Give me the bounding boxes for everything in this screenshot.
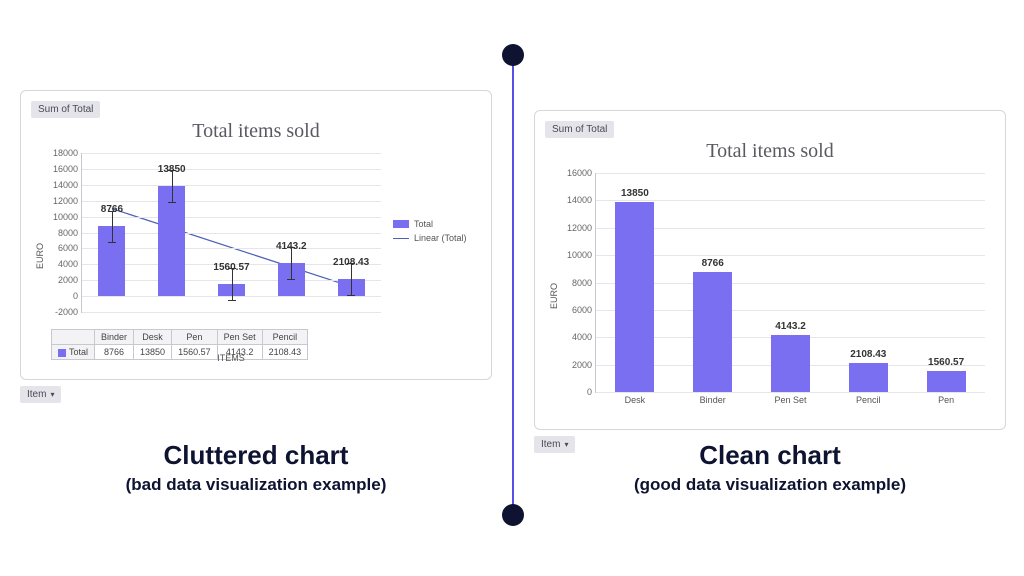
caption-title: Clean chart	[534, 440, 1006, 471]
data-table: BinderDeskPenPen SetPencilTotal876613850…	[51, 329, 308, 360]
legend-label: Linear (Total)	[414, 233, 467, 243]
y-tick-label: 2000	[572, 360, 596, 370]
error-cap	[347, 263, 355, 264]
y-tick-label: 14000	[567, 195, 596, 205]
cluttered-plot: EURO -2000020004000600080001000012000140…	[31, 149, 481, 369]
error-cap	[347, 295, 355, 296]
bar	[693, 272, 732, 392]
error-bar	[112, 211, 113, 243]
caption-subtitle: (bad data visualization example)	[20, 475, 492, 495]
left-caption: Cluttered chart (bad data visualization …	[20, 440, 492, 495]
error-cap	[287, 279, 295, 280]
swatch-icon	[393, 220, 409, 228]
error-cap	[108, 211, 116, 212]
error-bar	[172, 170, 173, 202]
bar-value-label: 8766	[702, 258, 724, 269]
legend-item-total: Total	[393, 219, 467, 229]
bar-value-label: 13850	[621, 188, 649, 199]
left-chart-card: Sum of Total Total items sold EURO -2000…	[20, 90, 492, 380]
error-cap	[108, 242, 116, 243]
caption-subtitle: (good data visualization example)	[534, 475, 1006, 495]
y-tick-label: 6000	[58, 243, 82, 253]
bar-value-label: 2108.43	[850, 349, 886, 360]
error-cap	[168, 170, 176, 171]
gridline	[82, 169, 381, 170]
gridline	[82, 153, 381, 154]
y-tick-label: 18000	[53, 148, 82, 158]
y-tick-label: 10000	[53, 212, 82, 222]
chevron-down-icon: ▾	[50, 390, 54, 399]
caption-title: Cluttered chart	[20, 440, 492, 471]
left-panel: Sum of Total Total items sold EURO -2000…	[20, 90, 492, 403]
error-bar	[291, 247, 292, 279]
y-tick-label: 0	[73, 291, 82, 301]
chart-title: Total items sold	[545, 140, 995, 163]
gridline	[596, 200, 985, 201]
divider-dot-bottom	[502, 504, 524, 526]
bar-value-label: 4143.2	[775, 321, 806, 332]
error-cap	[228, 268, 236, 269]
y-tick-label: 16000	[53, 164, 82, 174]
x-tick-label: Desk	[625, 392, 646, 405]
gridline	[82, 185, 381, 186]
gridline	[82, 233, 381, 234]
legend-item-linear: Linear (Total)	[393, 233, 467, 243]
gridline	[82, 217, 381, 218]
plot-area: -200002000400060008000100001200014000160…	[81, 153, 381, 313]
right-chart-card: Sum of Total Total items sold EURO 02000…	[534, 110, 1006, 430]
error-bar	[351, 263, 352, 295]
y-tick-label: 8000	[572, 278, 596, 288]
bar	[849, 363, 888, 392]
error-cap	[168, 202, 176, 203]
gridline	[596, 228, 985, 229]
y-tick-label: 6000	[572, 305, 596, 315]
gridline	[82, 248, 381, 249]
right-panel: Sum of Total Total items sold EURO 02000…	[534, 110, 1006, 453]
error-cap	[228, 300, 236, 301]
line-swatch-icon	[393, 238, 409, 239]
legend-label: Total	[414, 219, 433, 229]
gridline	[596, 310, 985, 311]
bar	[615, 202, 654, 392]
plot-area: 0200040006000800010000120001400016000138…	[595, 173, 985, 393]
x-tick-label: Pencil	[856, 392, 881, 405]
x-axis-label: ITEMS	[217, 353, 245, 363]
right-caption: Clean chart (good data visualization exa…	[534, 440, 1006, 495]
y-tick-label: 4000	[58, 259, 82, 269]
gridline	[596, 255, 985, 256]
item-dropdown-label: Item	[27, 389, 46, 400]
y-tick-label: 0	[587, 387, 596, 397]
gridline	[596, 283, 985, 284]
bar-value-label: 1560.57	[928, 357, 964, 368]
x-tick-label: Binder	[700, 392, 726, 405]
y-tick-label: 10000	[567, 250, 596, 260]
gridline	[82, 312, 381, 313]
y-tick-label: 2000	[58, 275, 82, 285]
vertical-divider	[512, 56, 514, 514]
y-tick-label: 4000	[572, 332, 596, 342]
y-axis-label: EURO	[35, 243, 45, 269]
y-tick-label: 8000	[58, 228, 82, 238]
chart-legend: Total Linear (Total)	[393, 219, 467, 247]
y-axis-label: EURO	[549, 283, 559, 309]
y-tick-label: 12000	[567, 223, 596, 233]
gridline	[82, 201, 381, 202]
y-tick-label: 12000	[53, 196, 82, 206]
divider-dot-top	[502, 44, 524, 66]
sum-of-total-pill[interactable]: Sum of Total	[31, 101, 100, 118]
error-cap	[287, 247, 295, 248]
bar	[927, 371, 966, 392]
x-tick-label: Pen Set	[774, 392, 806, 405]
sum-of-total-pill[interactable]: Sum of Total	[545, 121, 614, 138]
y-tick-label: -2000	[55, 307, 82, 317]
item-dropdown[interactable]: Item ▾	[20, 386, 61, 403]
error-bar	[232, 268, 233, 300]
x-tick-label: Pen	[938, 392, 954, 405]
chart-title: Total items sold	[31, 120, 481, 143]
y-tick-label: 14000	[53, 180, 82, 190]
y-tick-label: 16000	[567, 168, 596, 178]
gridline	[596, 173, 985, 174]
clean-plot: EURO 02000400060008000100001200014000160…	[545, 169, 995, 419]
bar	[771, 335, 810, 392]
